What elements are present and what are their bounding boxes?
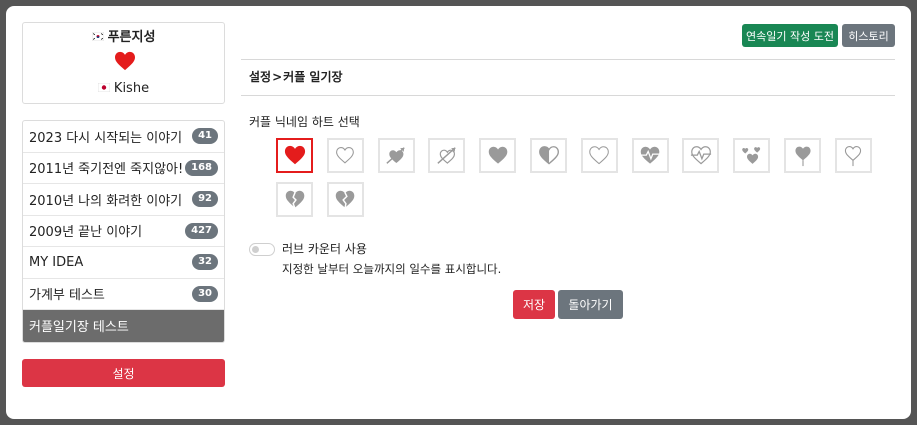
heart-arrow-outline-icon: [437, 146, 456, 164]
divider: [241, 59, 895, 60]
heart-section-label: 커플 닉네임 하트 선택: [249, 115, 360, 129]
diary-item-label: 가계부 테스트: [29, 288, 105, 304]
breadcrumb-root[interactable]: 설정: [249, 70, 271, 84]
love-counter-label: 러브 카운터 사용: [282, 242, 367, 256]
diary-item-count-badge: 41: [192, 128, 218, 145]
breadcrumb-current: 커플 일기장: [283, 70, 343, 84]
diary-item-label: 2023 다시 시작되는 이야기: [29, 130, 183, 146]
heart-option[interactable]: [377, 138, 415, 173]
heart-option[interactable]: [276, 138, 313, 173]
heart-broken-icon: [285, 190, 304, 209]
diary-item-count-badge: 92: [192, 191, 218, 208]
diary-item-label: 커플일기장 테스트: [29, 320, 129, 336]
heart-option[interactable]: [733, 138, 771, 173]
heart-option[interactable]: [326, 182, 364, 217]
heart-option[interactable]: [276, 182, 313, 217]
couple-card: 푸른지성 Kishe: [22, 22, 225, 104]
heart-balloon-solid-icon: [794, 146, 811, 166]
diary-item-count-badge: 32: [192, 254, 218, 271]
heart-half-icon: [538, 145, 559, 165]
heart-balloon-outline-icon: [845, 145, 862, 166]
heart-option[interactable]: [479, 138, 517, 173]
heart-pulse-solid-icon: [640, 146, 660, 164]
save-button[interactable]: 저장: [513, 290, 555, 319]
diary-item-label: 2010년 나의 화려한 이야기: [29, 193, 183, 209]
diary-item-count-badge: 168: [185, 159, 218, 176]
heart-thin-outline-icon: [589, 145, 610, 164]
diary-list: 2023 다시 시작되는 이야기 41 2011년 죽기전엔 죽지않아! 168…: [22, 120, 225, 343]
breadcrumb-separator: >: [272, 70, 283, 84]
diary-item-count-badge: 427: [185, 222, 218, 239]
streak-challenge-button[interactable]: 연속일기 작성 도전: [742, 24, 838, 47]
diary-item[interactable]: 2023 다시 시작되는 이야기 41: [23, 121, 224, 153]
love-counter-toggle[interactable]: [249, 243, 275, 256]
diary-item[interactable]: 가계부 테스트 30: [23, 279, 224, 310]
divider: [241, 95, 895, 96]
diary-item-count-badge: 30: [192, 285, 218, 302]
love-counter-description: 지정한 날부터 오늘까지의 일수를 표시합니다.: [282, 262, 502, 276]
heart-option[interactable]: [530, 138, 567, 173]
settings-button[interactable]: 설정: [22, 359, 225, 387]
heart-option[interactable]: [631, 138, 669, 173]
couple-name-top-row: 푸른지성: [23, 30, 224, 46]
diary-item[interactable]: 2011년 죽기전엔 죽지않아! 168: [23, 153, 224, 184]
couple-name-top: 푸른지성: [107, 30, 156, 45]
heart-solid-gray-icon: [488, 146, 508, 164]
diary-item-active[interactable]: 커플일기장 테스트: [23, 310, 224, 342]
heart-arrow-solid-icon: [386, 146, 405, 164]
heart-option[interactable]: [834, 138, 872, 173]
app-window: 푸른지성 Kishe 2023 다시 시작되는 이야기 41 2011년 죽기전…: [6, 6, 911, 419]
heart-solid-icon: [284, 145, 305, 164]
heart-broken-alt-icon: [336, 190, 355, 208]
history-button[interactable]: 히스토리: [842, 24, 895, 47]
diary-item-label: 2009년 끝난 이야기: [29, 225, 143, 241]
couple-name-bottom: Kishe: [113, 81, 150, 96]
toggle-knob: [252, 246, 259, 253]
couple-heart-icon: [115, 51, 135, 71]
diary-item[interactable]: 2010년 나의 화려한 이야기 92: [23, 184, 224, 216]
diary-item-label: 2011년 죽기전엔 죽지않아!: [29, 162, 184, 178]
diary-item[interactable]: MY IDEA 32: [23, 247, 224, 279]
japan-flag-icon: [97, 83, 110, 92]
diary-item-label: MY IDEA: [29, 254, 84, 270]
heart-option[interactable]: [580, 138, 618, 173]
diary-item[interactable]: 2009년 끝난 이야기 427: [23, 216, 224, 247]
heart-option[interactable]: [428, 138, 466, 173]
back-button[interactable]: 돌아가기: [558, 290, 623, 319]
breadcrumb: 설정>커플 일기장: [249, 68, 343, 85]
heart-option[interactable]: [784, 138, 821, 173]
heart-outline-icon: [336, 146, 355, 164]
korea-flag-icon: [91, 32, 104, 41]
heart-option[interactable]: [326, 138, 364, 173]
heart-option[interactable]: [682, 138, 720, 173]
hearts-cluster-icon: [741, 146, 760, 164]
couple-name-bottom-row: Kishe: [23, 81, 224, 97]
heart-pulse-outline-icon: [690, 145, 711, 164]
